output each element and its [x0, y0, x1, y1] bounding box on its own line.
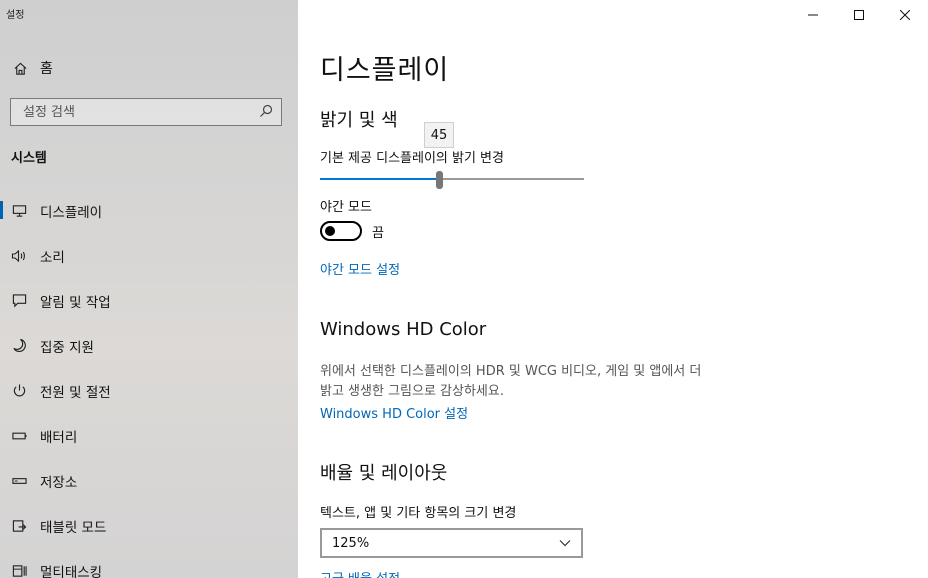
sidebar-item-label: 멀티태스킹	[40, 564, 103, 578]
sidebar-item-display[interactable]: 디스플레이	[0, 188, 298, 233]
sidebar-item-power-sleep[interactable]: 전원 및 절전	[0, 368, 298, 413]
moon-icon	[10, 338, 28, 353]
advanced-scaling-link[interactable]: 고급 배율 설정	[320, 568, 400, 578]
sidebar-item-label: 저장소	[40, 474, 78, 491]
speaker-icon	[10, 249, 28, 263]
scale-dropdown-value: 125%	[332, 535, 370, 551]
hd-color-heading: Windows HD Color	[320, 319, 487, 340]
sidebar-item-notifications[interactable]: 알림 및 작업	[0, 278, 298, 323]
sidebar-item-focus-assist[interactable]: 집중 지원	[0, 323, 298, 368]
battery-icon	[10, 431, 28, 441]
brightness-slider[interactable]	[320, 171, 584, 189]
search-input[interactable]	[23, 104, 223, 120]
night-light-toggle-row: 끔	[320, 221, 384, 241]
sidebar-item-label: 태블릿 모드	[40, 519, 107, 536]
brightness-heading: 밝기 및 색	[320, 110, 398, 131]
multitasking-icon	[10, 564, 28, 578]
tablet-icon	[10, 519, 28, 533]
power-icon	[10, 383, 28, 398]
sidebar-item-label: 알림 및 작업	[40, 294, 111, 311]
chevron-down-icon	[559, 536, 571, 551]
hd-color-settings-link[interactable]: Windows HD Color 설정	[320, 403, 468, 422]
search-box[interactable]	[10, 98, 282, 126]
sidebar-item-label: 소리	[40, 249, 65, 266]
section-label-system: 시스템	[11, 151, 47, 166]
night-light-toggle[interactable]	[320, 221, 362, 241]
scale-label: 텍스트, 앱 및 기타 항목의 크기 변경	[320, 506, 517, 521]
sidebar-item-battery[interactable]: 배터리	[0, 413, 298, 458]
toggle-state: 끔	[372, 225, 384, 241]
sidebar-item-label: 배터리	[40, 429, 78, 446]
home-nav-item[interactable]: 홈	[0, 54, 298, 82]
toggle-knob	[325, 226, 335, 236]
main-content: 디스플레이 밝기 및 색 45 기본 제공 디스플레이의 밝기 변경 야간 모드…	[298, 0, 928, 578]
scale-dropdown[interactable]: 125%	[320, 528, 583, 558]
home-label: 홈	[40, 61, 53, 77]
search-icon[interactable]	[259, 103, 273, 122]
brightness-tooltip: 45	[424, 122, 454, 148]
monitor-icon	[10, 204, 28, 218]
storage-icon	[10, 476, 28, 486]
sidebar-item-storage[interactable]: 저장소	[0, 458, 298, 503]
app-title: 설정	[6, 10, 25, 21]
sidebar-nav: 디스플레이 소리 알림 및 작업 집중 지원 전원 및 절전 배터리 저장소 태…	[0, 188, 298, 578]
notification-icon	[10, 293, 28, 308]
night-light-settings-link[interactable]: 야간 모드 설정	[320, 259, 400, 278]
sidebar: 설정 홈 시스템 디스플레이 소리 알림 및 작	[0, 0, 298, 578]
brightness-slider-label: 기본 제공 디스플레이의 밝기 변경	[320, 151, 504, 166]
sidebar-item-label: 디스플레이	[40, 204, 103, 221]
sidebar-item-sound[interactable]: 소리	[0, 233, 298, 278]
hd-color-description-line1: 위에서 선택한 디스플레이의 HDR 및 WCG 비디오, 게임 및 앱에서 더	[320, 364, 702, 379]
night-light-label: 야간 모드	[320, 200, 372, 215]
scale-layout-heading: 배율 및 레이아웃	[320, 463, 448, 484]
hd-color-description-line2: 밝고 생생한 그림으로 감상하세요.	[320, 384, 504, 399]
home-icon	[11, 61, 29, 76]
page-title: 디스플레이	[320, 55, 450, 86]
sidebar-item-tablet-mode[interactable]: 태블릿 모드	[0, 503, 298, 548]
sidebar-item-label: 전원 및 절전	[40, 384, 111, 401]
slider-thumb[interactable]	[435, 171, 443, 189]
sidebar-item-label: 집중 지원	[40, 339, 94, 356]
sidebar-item-multitasking[interactable]: 멀티태스킹	[0, 548, 298, 578]
slider-fill	[320, 178, 439, 180]
